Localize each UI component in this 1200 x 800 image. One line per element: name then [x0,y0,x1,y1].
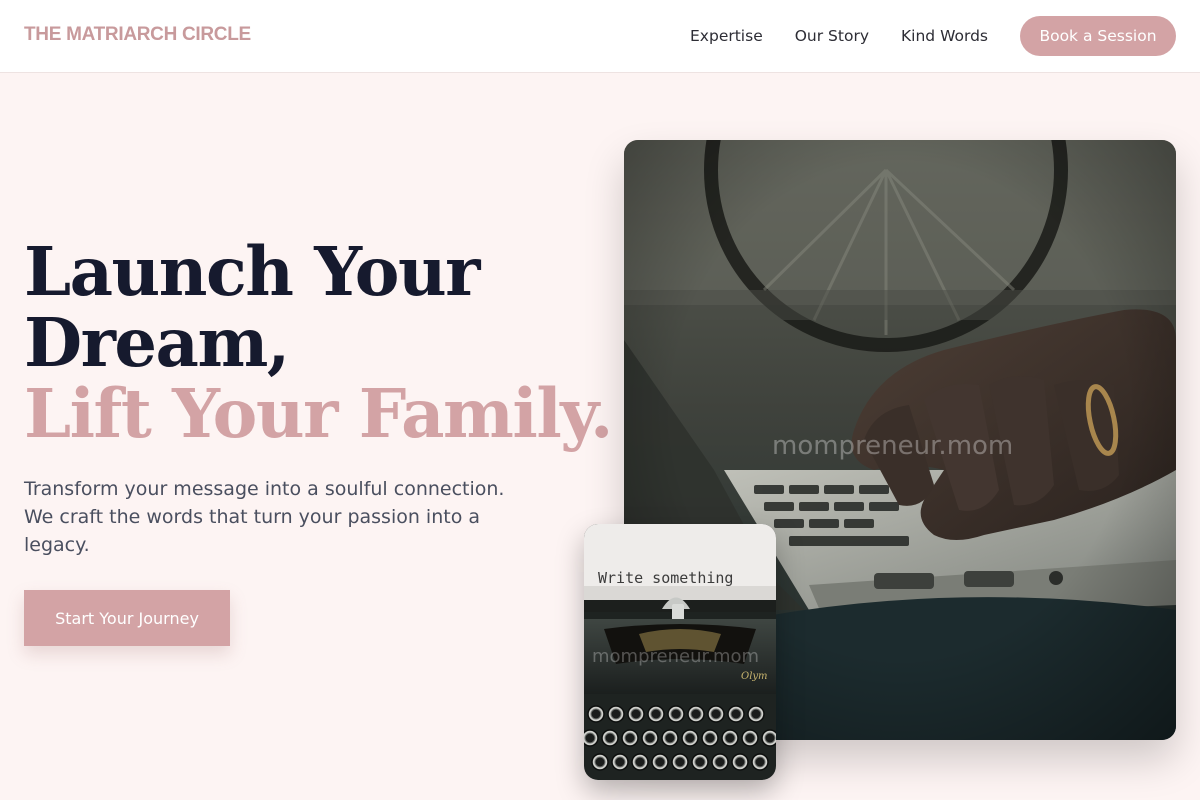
main-nav: Expertise Our Story Kind Words Book a Se… [690,16,1176,56]
paper-text: Write something [598,569,733,587]
nav-link-expertise[interactable]: Expertise [690,27,763,45]
site-header: THE MATRIARCH CIRCLE Expertise Our Story… [0,0,1200,73]
hero-title-line: Launch Your [24,232,480,311]
nav-link-kind-words[interactable]: Kind Words [901,27,988,45]
hero-title: Launch Your Dream, Lift Your Family. [24,232,613,453]
hero-title-accent: Lift Your Family. [24,374,613,453]
typewriter-illustration: Write something Olym mompreneur.mom [584,524,776,780]
hero-subtitle: Transform your message into a soulful co… [24,478,505,556]
site-logo[interactable]: THE MATRIARCH CIRCLE [24,24,251,46]
typewriter-brand: Olym [741,671,768,682]
typewriter-photo: Write something Olym mompreneur.mom [584,524,776,780]
book-session-button[interactable]: Book a Session [1020,16,1176,56]
start-journey-button[interactable]: Start Your Journey [24,590,230,646]
image-watermark: mompreneur.mom [772,431,1013,461]
nav-link-our-story[interactable]: Our Story [795,27,869,45]
hero-title-line: Dream, [24,303,290,382]
image-watermark: mompreneur.mom [592,646,759,667]
